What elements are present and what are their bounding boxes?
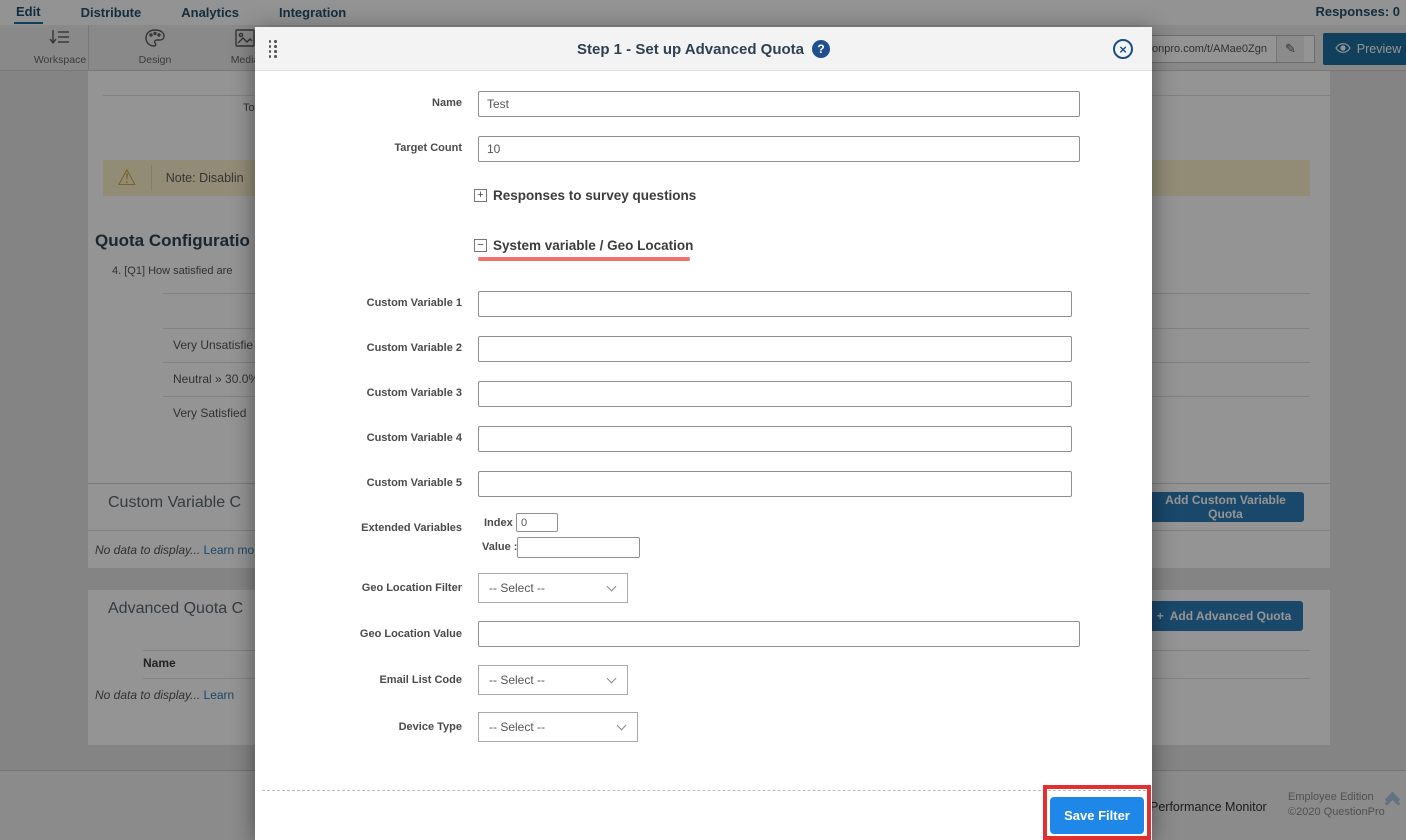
save-filter-button[interactable]: Save Filter <box>1050 797 1144 834</box>
geo-location-value-label: Geo Location Value <box>255 628 462 640</box>
select-value: -- Select -- <box>489 581 545 595</box>
help-icon[interactable]: ? <box>812 40 830 58</box>
select-value: -- Select -- <box>489 673 545 687</box>
target-count-label: Target Count <box>255 142 462 154</box>
index-label: Index : <box>484 517 519 529</box>
system-variable-section-toggle[interactable]: System variable / Geo Location <box>474 238 693 253</box>
expand-icon <box>474 189 487 202</box>
footer-separator <box>262 790 1146 791</box>
chevron-down-icon <box>617 721 627 731</box>
advanced-quota-modal: Step 1 - Set up Advanced Quota ? × Name … <box>255 27 1152 840</box>
index-input[interactable] <box>516 513 558 532</box>
custom-variable-2-label: Custom Variable 2 <box>255 342 462 354</box>
chevron-down-icon <box>607 674 617 684</box>
red-underline-annotation <box>478 257 690 261</box>
geo-location-filter-label: Geo Location Filter <box>255 582 462 594</box>
value-input[interactable] <box>517 537 640 558</box>
email-list-code-select[interactable]: -- Select -- <box>478 665 628 695</box>
custom-variable-1-input[interactable] <box>478 291 1072 317</box>
responses-section-toggle[interactable]: Responses to survey questions <box>474 188 696 203</box>
chevron-down-icon <box>607 582 617 592</box>
custom-variable-1-label: Custom Variable 1 <box>255 297 462 309</box>
target-count-input[interactable] <box>478 136 1080 162</box>
system-variable-section-label: System variable / Geo Location <box>493 238 693 253</box>
custom-variable-2-input[interactable] <box>478 336 1072 362</box>
name-label: Name <box>255 97 462 109</box>
geo-location-value-input[interactable] <box>478 621 1080 647</box>
custom-variable-3-input[interactable] <box>478 381 1072 407</box>
custom-variable-3-label: Custom Variable 3 <box>255 387 462 399</box>
custom-variable-4-label: Custom Variable 4 <box>255 432 462 444</box>
email-list-code-label: Email List Code <box>255 674 462 686</box>
modal-title: Step 1 - Set up Advanced Quota <box>577 41 804 58</box>
custom-variable-4-input[interactable] <box>478 426 1072 452</box>
responses-section-label: Responses to survey questions <box>493 188 696 203</box>
select-value: -- Select -- <box>489 720 545 734</box>
value-label: Value : <box>482 541 517 553</box>
device-type-select[interactable]: -- Select -- <box>478 712 638 742</box>
custom-variable-5-input[interactable] <box>478 471 1072 497</box>
extended-variables-label: Extended Variables <box>255 522 462 534</box>
geo-location-filter-select[interactable]: -- Select -- <box>478 573 628 603</box>
close-icon[interactable]: × <box>1113 39 1133 59</box>
modal-header: Step 1 - Set up Advanced Quota ? × <box>255 27 1152 71</box>
device-type-label: Device Type <box>255 721 462 733</box>
name-input[interactable] <box>478 91 1080 117</box>
custom-variable-5-label: Custom Variable 5 <box>255 477 462 489</box>
collapse-icon <box>474 239 487 252</box>
